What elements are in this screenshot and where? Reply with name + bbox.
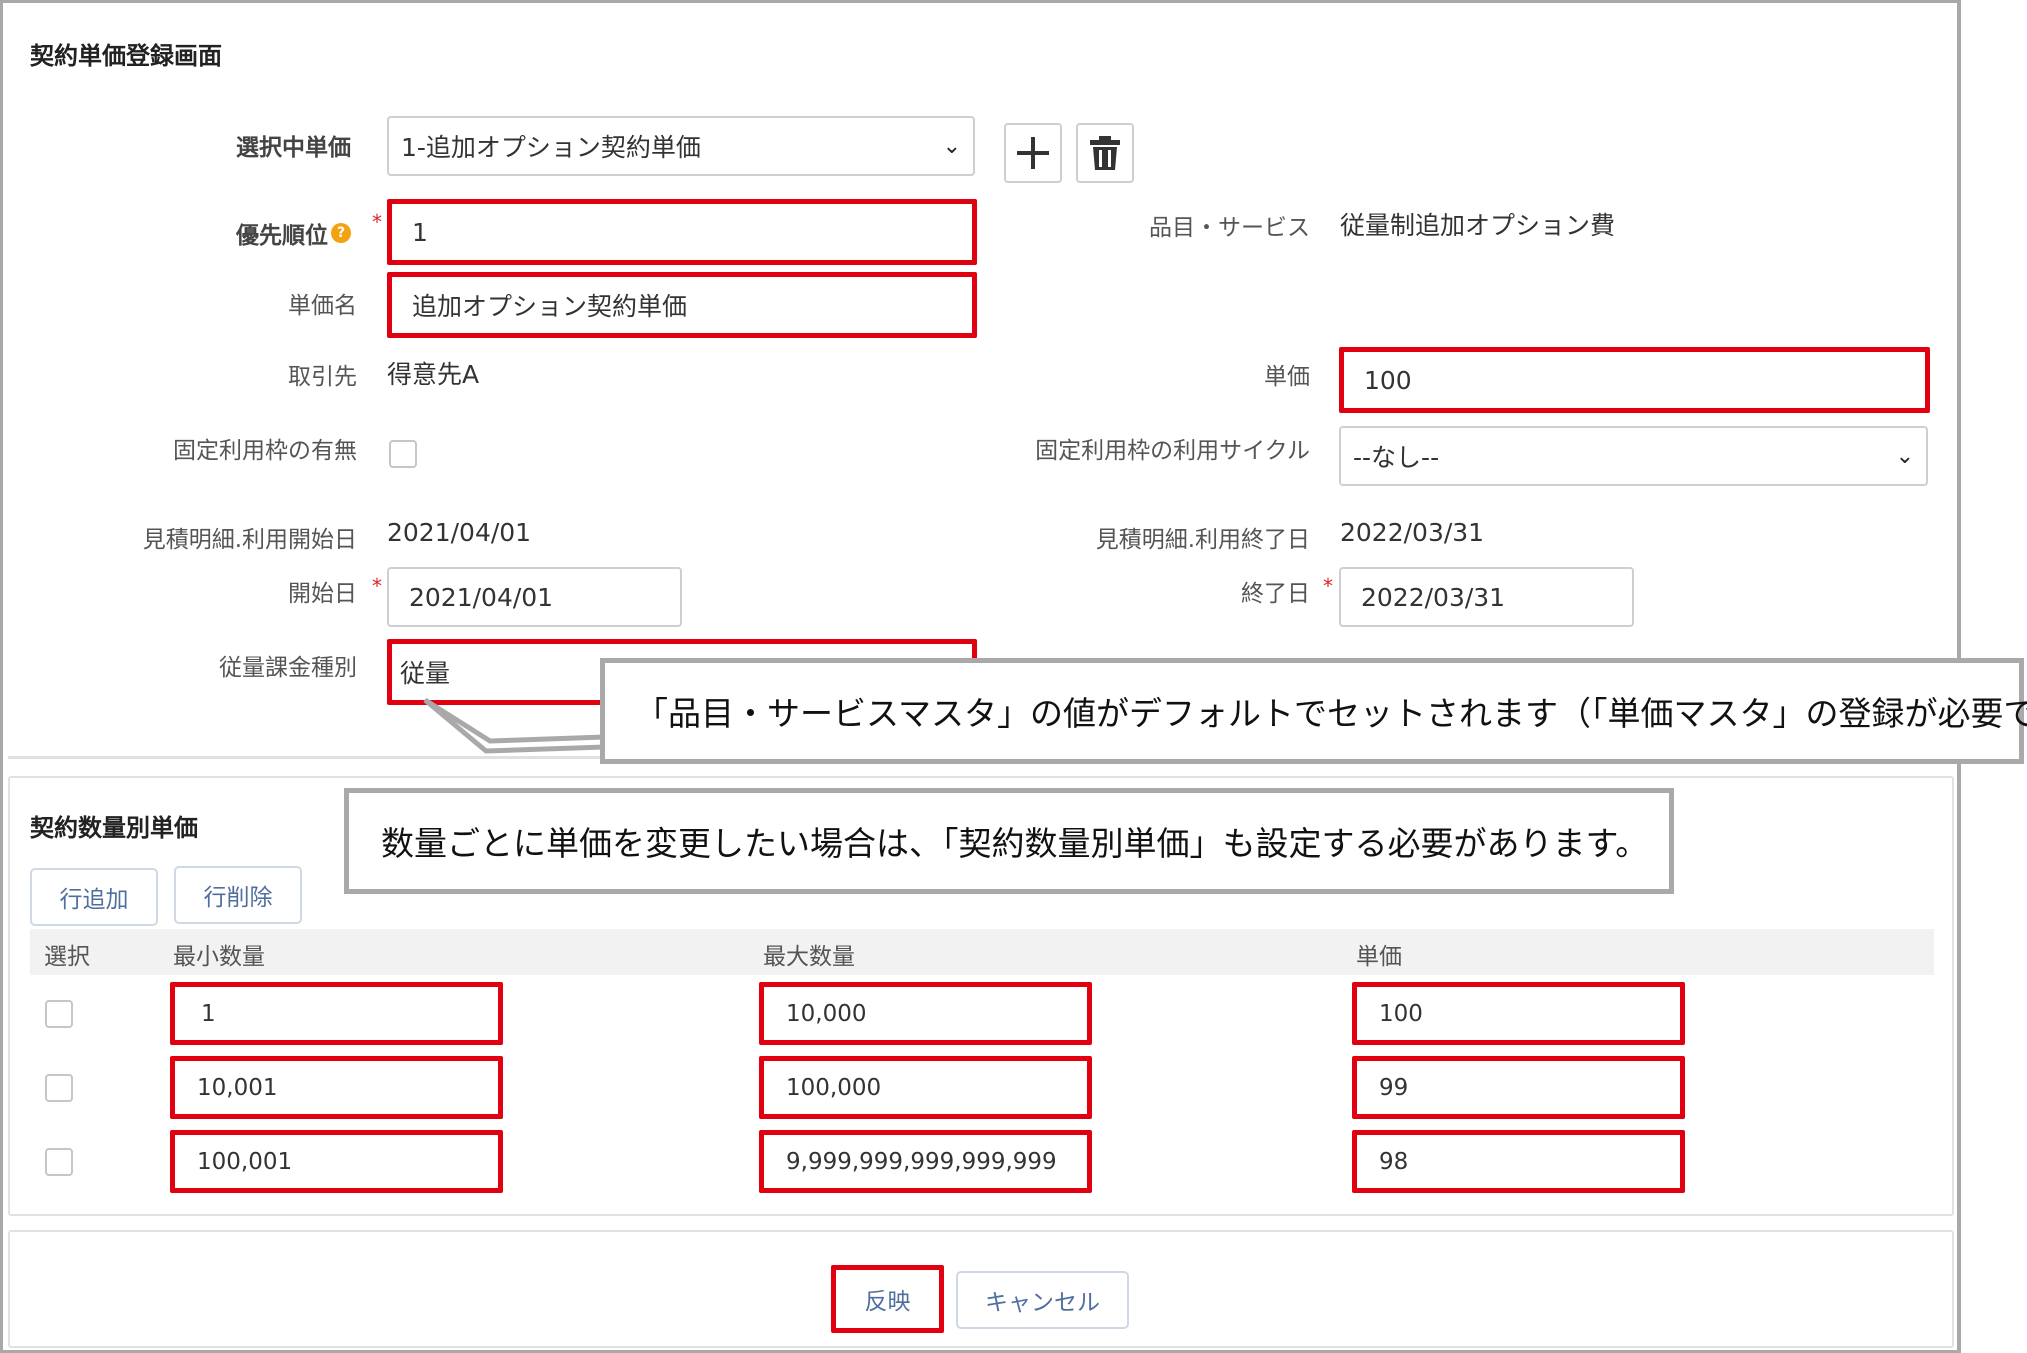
add-row-button[interactable]: 行追加 xyxy=(30,868,158,926)
fixed-usage-checkbox[interactable] xyxy=(389,440,417,468)
plus-icon xyxy=(1017,137,1049,169)
required-mark: * xyxy=(372,210,382,234)
start-date-input[interactable]: 2021/04/01 xyxy=(387,567,682,627)
min-quantity-input[interactable]: 100,001 xyxy=(170,1130,503,1193)
customer-label: 取引先 xyxy=(288,364,357,390)
column-header-price: 単価 xyxy=(1356,944,1402,970)
priority-label: 優先順位 ? xyxy=(236,216,351,250)
usage-cycle-select[interactable]: --なし-- ⌄ xyxy=(1339,426,1928,486)
start-date-label: 開始日 xyxy=(288,581,357,607)
row-unit-price-input[interactable]: 100 xyxy=(1352,982,1685,1045)
default-value-callout-text: 「品目・サービスマスタ」の値がデフォルトでセットされます（「単価マスタ」の登録が… xyxy=(635,694,2027,733)
row-unit-price-input[interactable]: 98 xyxy=(1352,1130,1685,1193)
quantity-callout: 数量ごとに単価を変更したい場合は、「契約数量別単価」も設定する必要があります。 xyxy=(344,788,1674,894)
item-service-value: 従量制追加オプション費 xyxy=(1340,211,1616,240)
row-select-checkbox[interactable] xyxy=(45,1074,73,1102)
delete-price-button[interactable] xyxy=(1076,123,1134,183)
apply-button[interactable]: 反映 xyxy=(831,1265,944,1333)
quantity-callout-text: 数量ごとに単価を変更したい場合は、「契約数量別単価」も設定する必要があります。 xyxy=(381,824,1649,863)
required-mark: * xyxy=(1323,574,1333,598)
help-icon[interactable]: ? xyxy=(331,223,351,243)
table-header xyxy=(30,929,1934,975)
row-unit-price-input[interactable]: 99 xyxy=(1352,1056,1685,1119)
required-mark: * xyxy=(372,574,382,598)
unit-price-input[interactable]: 100 xyxy=(1339,347,1930,413)
page-title: 契約単価登録画面 xyxy=(30,42,222,70)
selected-price-select[interactable]: 1-追加オプション契約単価 ⌄ xyxy=(387,116,975,176)
max-quantity-input[interactable]: 9,999,999,999,999,999 xyxy=(759,1130,1092,1193)
trash-icon xyxy=(1090,136,1120,170)
end-date-input[interactable]: 2022/03/31 xyxy=(1339,567,1634,627)
column-header-min: 最小数量 xyxy=(173,944,265,970)
default-value-callout: 「品目・サービスマスタ」の値がデフォルトでセットされます（「単価マスタ」の登録が… xyxy=(600,658,2027,764)
delete-row-button[interactable]: 行削除 xyxy=(174,866,302,924)
priority-label-text: 優先順位 xyxy=(236,223,328,249)
cancel-button[interactable]: キャンセル xyxy=(956,1271,1129,1329)
selected-price-value: 1-追加オプション契約単価 xyxy=(401,133,701,162)
estimate-start-value: 2021/04/01 xyxy=(387,518,532,547)
end-date-label: 終了日 xyxy=(1241,581,1310,607)
chevron-down-icon: ⌄ xyxy=(1895,443,1914,469)
callout-pointer xyxy=(423,697,608,754)
price-name-input[interactable]: 追加オプション契約単価 xyxy=(387,272,977,338)
customer-value: 得意先A xyxy=(387,360,480,389)
max-quantity-input[interactable]: 100,000 xyxy=(759,1056,1092,1119)
row-select-checkbox[interactable] xyxy=(45,1000,73,1028)
min-quantity-input[interactable]: 1 xyxy=(170,982,503,1045)
min-quantity-input[interactable]: 10,001 xyxy=(170,1056,503,1119)
usage-cycle-value: --なし-- xyxy=(1353,443,1440,472)
unit-price-label: 単価 xyxy=(1264,364,1310,390)
price-name-label: 単価名 xyxy=(288,293,357,319)
add-price-button[interactable] xyxy=(1004,123,1062,183)
item-service-label: 品目・サービス xyxy=(1149,215,1310,241)
chevron-down-icon: ⌄ xyxy=(942,133,961,159)
fixed-usage-label: 固定利用枠の有無 xyxy=(173,438,357,464)
billing-type-label: 従量課金種別 xyxy=(219,655,357,681)
max-quantity-input[interactable]: 10,000 xyxy=(759,982,1092,1045)
column-header-max: 最大数量 xyxy=(763,944,855,970)
row-select-checkbox[interactable] xyxy=(45,1148,73,1176)
priority-input[interactable]: 1 xyxy=(387,199,977,265)
estimate-end-label: 見積明細.利用終了日 xyxy=(1095,527,1310,553)
estimate-start-label: 見積明細.利用開始日 xyxy=(142,527,357,553)
estimate-end-value: 2022/03/31 xyxy=(1340,518,1485,547)
quantity-section-title: 契約数量別単価 xyxy=(30,814,198,842)
column-header-select: 選択 xyxy=(44,944,90,970)
usage-cycle-label: 固定利用枠の利用サイクル xyxy=(1035,438,1310,464)
selected-price-label: 選択中単価 xyxy=(236,135,351,161)
